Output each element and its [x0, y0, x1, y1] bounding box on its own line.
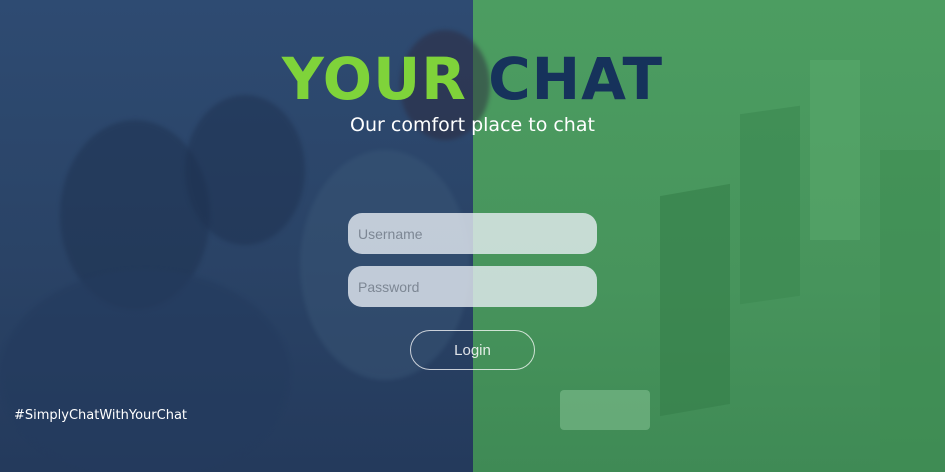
hashtag-text: #SimplyChatWithYourChat: [14, 408, 188, 423]
keyboard-shape: [560, 390, 650, 430]
app-subtitle: Our comfort place to chat: [350, 114, 595, 136]
title-word-your: YOUR: [281, 45, 467, 113]
monitor-shape-3: [660, 183, 730, 417]
password-input[interactable]: [348, 266, 597, 307]
person-body-left: [0, 270, 290, 472]
monitor-shape-4: [880, 150, 940, 470]
title-word-chat: CHAT: [488, 45, 664, 113]
app-title: YOUR CHAT: [0, 45, 945, 113]
username-input[interactable]: [348, 213, 597, 254]
login-button[interactable]: Login: [410, 330, 535, 370]
